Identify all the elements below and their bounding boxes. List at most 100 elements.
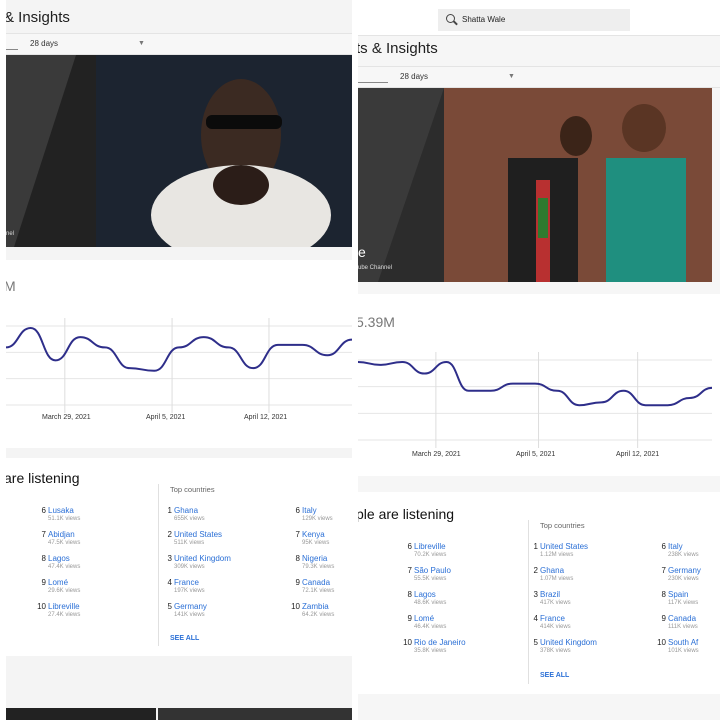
rank-number: 10 — [657, 638, 666, 647]
location-link[interactable]: Germany — [668, 566, 701, 575]
location-link[interactable]: Lagos — [48, 554, 70, 563]
x-axis-label: April 12, 2021 — [616, 451, 660, 458]
chevron-down-icon[interactable]: ▼ — [138, 40, 145, 47]
location-link[interactable]: Nigeria — [302, 554, 327, 563]
rank-number: 2 — [533, 566, 538, 575]
rank-number: 6 — [407, 542, 412, 551]
search-box[interactable]: Shatta Wale — [438, 9, 630, 31]
rank-number: 9 — [407, 614, 412, 623]
rank-number: 4 — [533, 614, 538, 623]
view-count: 197K views — [174, 588, 205, 594]
chevron-down-icon[interactable]: ▼ — [508, 73, 515, 80]
rank-number: 10 — [37, 602, 46, 611]
view-count: 378K views — [540, 648, 571, 654]
view-count: 46.4K views — [414, 624, 447, 630]
page-title: & Insights — [6, 9, 70, 26]
view-count: 27.4K views — [48, 612, 81, 618]
location-link[interactable]: Italy — [302, 506, 317, 515]
channel-link[interactable]: ube Channel — [358, 265, 392, 271]
search-input[interactable]: Shatta Wale — [462, 15, 505, 24]
view-count: 48.6K views — [414, 600, 447, 606]
total-views-metric: M — [6, 278, 16, 294]
rank-number: 9 — [295, 578, 300, 587]
x-axis-label: April 12, 2021 — [244, 414, 288, 421]
rank-number: 9 — [41, 578, 46, 587]
channel-name: e — [358, 244, 366, 260]
right-screenshot-panel: Shatta Wale ts & Insights 28 days ▼ e ub… — [358, 0, 720, 720]
banner-art — [358, 88, 712, 282]
location-link[interactable]: United Kingdom — [174, 554, 231, 563]
date-filter-bar: 28 days ▼ — [358, 66, 720, 88]
location-link[interactable]: Lomé — [414, 614, 434, 623]
view-count: 1.12M views — [540, 552, 574, 558]
next-section-strip — [158, 708, 352, 720]
location-link[interactable]: United States — [174, 530, 222, 539]
location-link[interactable]: Italy — [668, 542, 683, 551]
search-icon[interactable] — [446, 14, 455, 23]
location-link[interactable]: Libreville — [414, 542, 446, 551]
location-link[interactable]: United Kingdom — [540, 638, 597, 647]
view-count: 70.2K views — [414, 552, 447, 558]
date-range-select[interactable]: 28 days — [30, 39, 58, 48]
rank-number: 7 — [407, 566, 412, 575]
location-link[interactable]: Libreville — [48, 602, 80, 611]
rank-number: 8 — [661, 590, 666, 599]
location-link[interactable]: Lagos — [414, 590, 436, 599]
location-link[interactable]: Lusaka — [48, 506, 74, 515]
location-link[interactable]: Zambia — [302, 602, 329, 611]
rank-number: 5 — [167, 602, 172, 611]
rank-number: 9 — [661, 614, 666, 623]
rank-number: 10 — [291, 602, 300, 611]
top-countries-header: Top countries — [540, 521, 585, 530]
location-link[interactable]: Lomé — [48, 578, 68, 587]
date-filter-bar: 28 days ▼ — [6, 33, 352, 55]
rank-number: 1 — [533, 542, 538, 551]
location-link[interactable]: Canada — [302, 578, 330, 587]
location-link[interactable]: Canada — [668, 614, 696, 623]
rank-number: 6 — [295, 506, 300, 515]
view-count: 414K views — [540, 624, 571, 630]
location-link[interactable]: Brazil — [540, 590, 560, 599]
location-link[interactable]: Kenya — [302, 530, 325, 539]
view-count: 417K views — [540, 600, 571, 606]
rank-number: 3 — [533, 590, 538, 599]
banner-art — [6, 55, 352, 247]
location-link[interactable]: Spain — [668, 590, 688, 599]
view-count: 47.4K views — [48, 564, 81, 570]
rank-number: 8 — [295, 554, 300, 563]
x-axis-label: March 29, 2021 — [412, 451, 461, 458]
location-link[interactable]: São Paulo — [414, 566, 451, 575]
location-link[interactable]: Germany — [174, 602, 207, 611]
location-link[interactable]: Ghana — [174, 506, 198, 515]
rank-number: 1 — [167, 506, 172, 515]
channel-link[interactable]: nel — [6, 231, 14, 237]
rank-number: 2 — [167, 530, 172, 539]
x-axis-label: April 5, 2021 — [146, 414, 186, 421]
location-link[interactable]: United States — [540, 542, 588, 551]
section-title: ple are listening — [358, 506, 455, 522]
rank-number: 7 — [661, 566, 666, 575]
rank-number: 10 — [403, 638, 412, 647]
see-all-button[interactable]: SEE ALL — [540, 672, 569, 679]
see-all-button[interactable]: SEE ALL — [170, 635, 199, 642]
rank-number: 8 — [407, 590, 412, 599]
view-count: 511K views — [174, 540, 205, 546]
x-axis-label: April 5, 2021 — [516, 451, 556, 458]
view-count: 309K views — [174, 564, 205, 570]
location-link[interactable]: Abidjan — [48, 530, 75, 539]
view-count: 51.1K views — [48, 516, 81, 522]
location-link[interactable]: Rio de Janeiro — [414, 638, 466, 647]
location-link[interactable]: South Af — [668, 638, 698, 647]
location-link[interactable]: Ghana — [540, 566, 564, 575]
rank-number: 6 — [41, 506, 46, 515]
rank-number: 5 — [533, 638, 538, 647]
date-range-select[interactable]: 28 days — [400, 72, 428, 81]
rank-number: 4 — [167, 578, 172, 587]
view-count: 101K views — [668, 648, 699, 654]
view-count: 64.2K views — [302, 612, 335, 618]
location-link[interactable]: France — [174, 578, 199, 587]
left-screenshot-panel: & Insights 28 days ▼ nel M March 29, 202… — [6, 0, 352, 720]
location-link[interactable]: France — [540, 614, 565, 623]
views-trend-line — [358, 360, 712, 407]
views-line-chart — [6, 318, 352, 413]
